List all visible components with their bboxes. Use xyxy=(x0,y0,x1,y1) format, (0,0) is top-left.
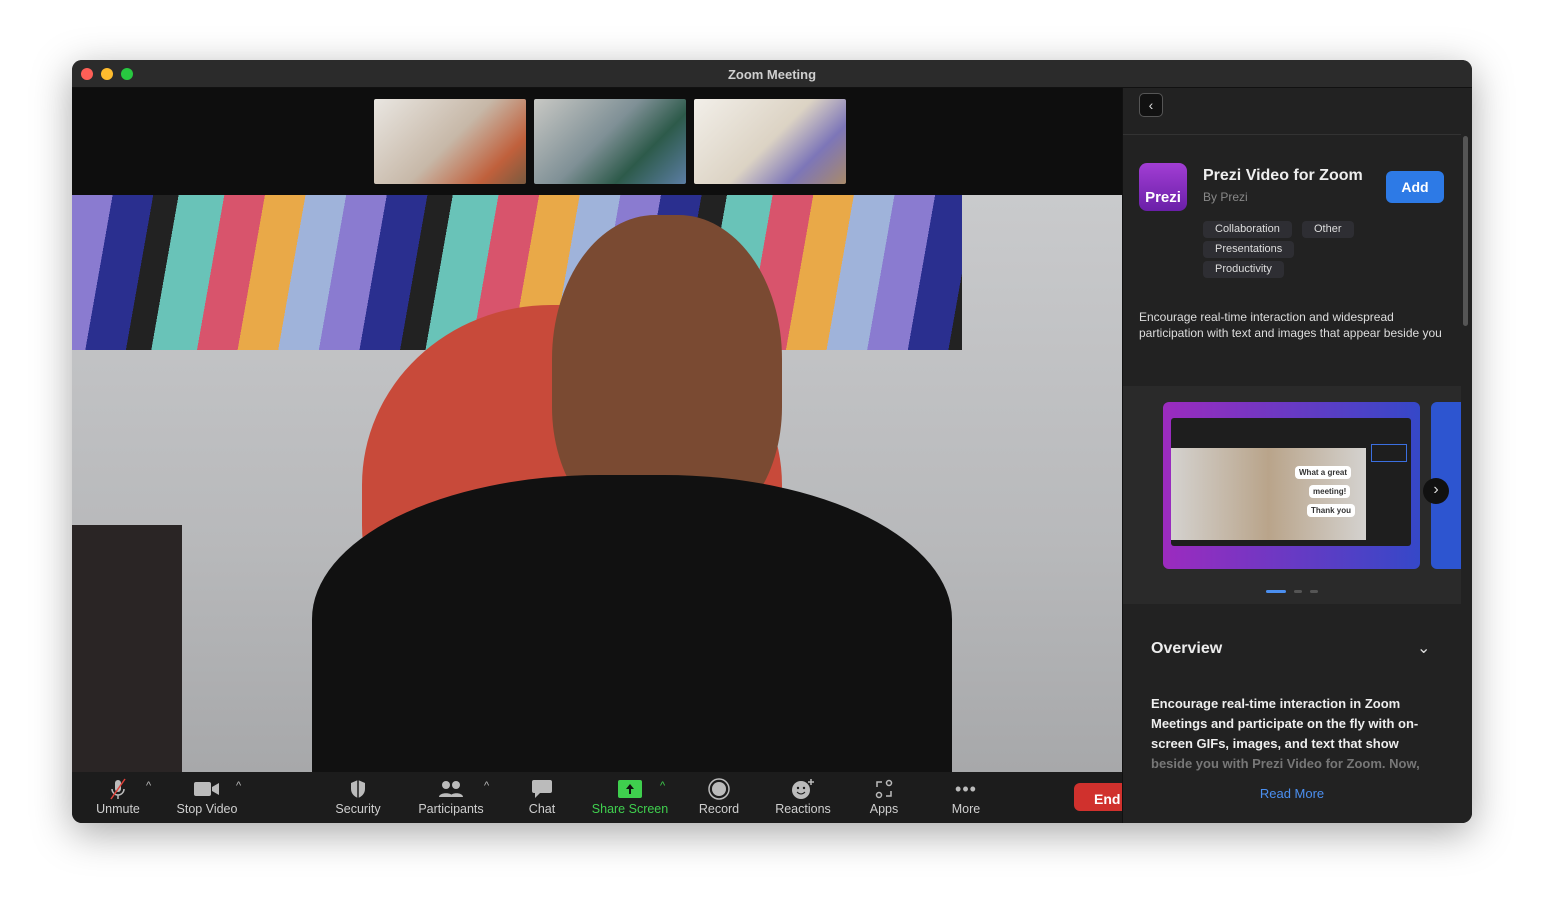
chat-button[interactable]: Chat xyxy=(522,776,562,816)
video-camera-icon xyxy=(172,776,242,802)
category-tag[interactable]: Presentations xyxy=(1203,241,1295,258)
app-description: Encourage real-time interaction and wide… xyxy=(1139,310,1442,340)
app-name: Prezi Video for Zoom xyxy=(1203,167,1363,184)
chevron-left-icon: ‹ xyxy=(1148,97,1154,113)
share-screen-icon xyxy=(590,776,670,802)
apps-button[interactable]: Apps xyxy=(864,776,904,816)
read-more-link[interactable]: Read More xyxy=(1123,786,1461,801)
prezi-logo: Prezi xyxy=(1139,163,1187,211)
audio-options-caret[interactable]: ^ xyxy=(146,780,151,792)
bookshelf xyxy=(72,525,182,772)
chat-bubble-icon xyxy=(522,776,562,802)
preview-bubble: meeting! xyxy=(1309,485,1351,498)
person-body xyxy=(312,475,952,772)
security-button[interactable]: Security xyxy=(330,776,386,816)
preview-bubble: Thank you xyxy=(1307,504,1356,517)
record-icon xyxy=(694,776,744,802)
carousel-page-dot-active[interactable] xyxy=(1266,590,1286,593)
unmute-button[interactable]: Unmute xyxy=(92,776,144,816)
overview-text: Encourage real-time interaction in Zoom … xyxy=(1151,696,1420,771)
participants-icon xyxy=(414,776,488,802)
muted-microphone-icon xyxy=(92,776,144,802)
more-button[interactable]: ••• More xyxy=(946,776,986,817)
title-bar: Zoom Meeting xyxy=(72,60,1472,88)
ellipsis-icon: ••• xyxy=(955,778,977,799)
carousel-page-dot[interactable] xyxy=(1294,590,1302,593)
participant-thumbnail[interactable] xyxy=(694,99,846,184)
participant-strip xyxy=(72,88,1122,195)
shield-icon xyxy=(330,776,386,802)
meeting-toolbar: Unmute ^ Stop Video ^ Security Participa… xyxy=(72,772,1134,823)
chevron-down-icon[interactable]: ⌄ xyxy=(1417,638,1430,658)
app-details-panel: ‹ Prezi Prezi Video for Zoom By Prezi Ad… xyxy=(1122,88,1472,823)
screenshot-carousel: What a great meeting! Thank you › xyxy=(1123,386,1461,604)
preview-bubble: What a great xyxy=(1295,466,1352,479)
participants-button[interactable]: Participants xyxy=(414,776,488,816)
overview-heading: Overview xyxy=(1151,640,1223,657)
panel-scrollbar[interactable] xyxy=(1463,136,1468,326)
video-options-caret[interactable]: ^ xyxy=(236,780,241,792)
participant-thumbnail[interactable] xyxy=(374,99,526,184)
participants-options-caret[interactable]: ^ xyxy=(484,780,489,792)
carousel-slide[interactable]: What a great meeting! Thank you xyxy=(1163,402,1420,569)
add-app-button[interactable]: Add xyxy=(1386,171,1444,203)
active-speaker-video xyxy=(72,195,1122,772)
record-button[interactable]: Record xyxy=(694,776,744,816)
smiley-plus-icon xyxy=(772,776,834,802)
category-tag[interactable]: Productivity xyxy=(1203,261,1284,278)
share-screen-button[interactable]: Share Screen xyxy=(590,776,670,816)
participant-thumbnail[interactable] xyxy=(534,99,686,184)
chevron-right-icon: › xyxy=(1433,481,1439,498)
zoom-window: Zoom Meeting Unmute ^ Stop Video ^ Secur… xyxy=(72,60,1472,823)
window-title: Zoom Meeting xyxy=(727,67,817,82)
carousel-next-button[interactable]: › xyxy=(1423,478,1449,504)
apps-icon xyxy=(864,776,904,802)
category-tag[interactable]: Collaboration xyxy=(1203,221,1292,238)
carousel-page-dot[interactable] xyxy=(1310,590,1318,593)
share-options-caret[interactable]: ^ xyxy=(660,780,665,792)
stop-video-button[interactable]: Stop Video xyxy=(172,776,242,816)
reactions-button[interactable]: Reactions xyxy=(772,776,834,816)
app-publisher: By Prezi xyxy=(1203,190,1248,204)
panel-divider xyxy=(1123,134,1461,135)
category-tag[interactable]: Other xyxy=(1302,221,1354,238)
back-button[interactable]: ‹ xyxy=(1139,93,1163,117)
